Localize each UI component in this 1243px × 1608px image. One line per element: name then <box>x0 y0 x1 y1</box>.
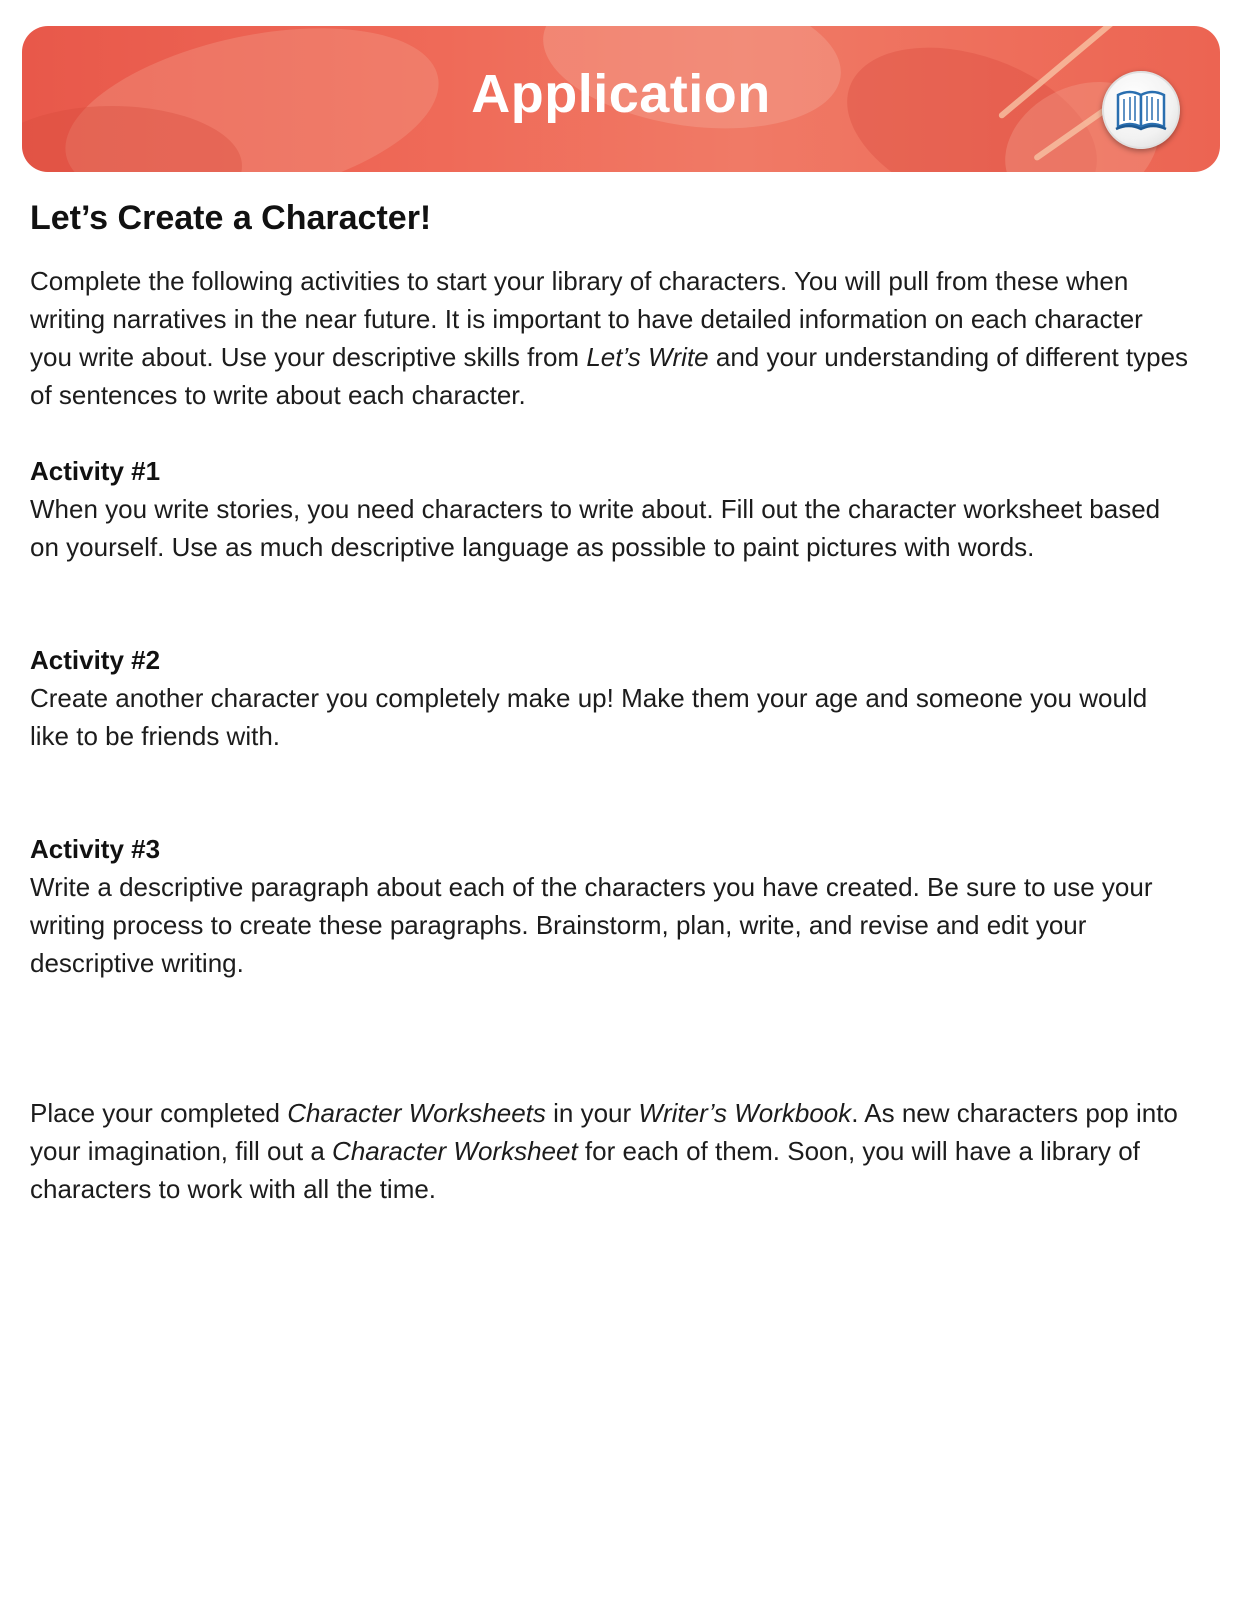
page-title: Let’s Create a Character! <box>30 199 432 237</box>
activity-text: Create another character you completely … <box>30 683 1148 751</box>
closing-text: in your <box>545 1098 639 1128</box>
activity-text: When you write stories, you need charact… <box>30 494 1161 562</box>
activity-text: Write a descriptive paragraph about each… <box>30 872 1153 978</box>
main-content: Let’s Create a Character! Complete the f… <box>30 196 1190 1208</box>
closing-text: Place your completed <box>30 1098 288 1128</box>
open-book-icon <box>1102 71 1180 149</box>
closing-paragraph: Place your completed Character Worksheet… <box>30 1094 1190 1208</box>
activity-heading: Activity #1 <box>30 456 161 486</box>
intro-italic-title: Let’s Write <box>586 342 709 372</box>
activity-section: Activity #3 Write a descriptive paragrap… <box>30 830 1190 982</box>
intro-paragraph: Complete the following activities to sta… <box>30 262 1190 414</box>
banner-title: Application <box>471 64 771 124</box>
activity-section: Activity #2 Create another character you… <box>30 641 1190 755</box>
closing-italic: Character Worksheet <box>332 1136 578 1166</box>
activity-section: Activity #1 When you write stories, you … <box>30 452 1190 566</box>
closing-italic: Character Worksheets <box>287 1098 546 1128</box>
activity-heading: Activity #2 <box>30 645 161 675</box>
activity-heading: Activity #3 <box>30 834 161 864</box>
closing-italic: Writer’s Workbook <box>638 1098 852 1128</box>
application-banner: Application <box>22 26 1220 172</box>
